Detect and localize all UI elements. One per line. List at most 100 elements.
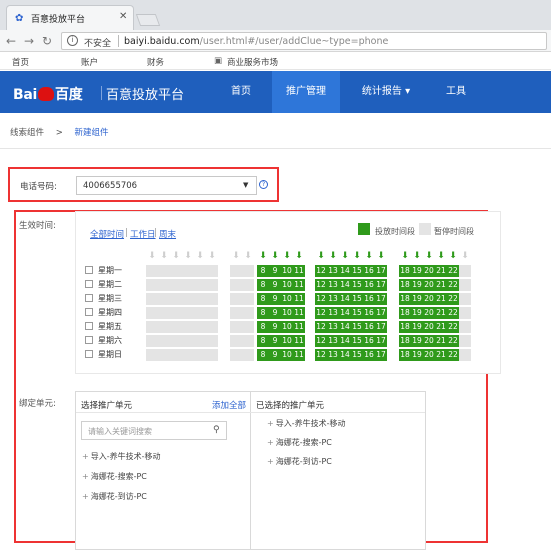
hour-cell[interactable] [146,349,158,361]
hour-cell[interactable]: 18 [399,307,411,319]
forward-icon[interactable]: → [22,33,36,49]
hour-cell[interactable] [194,307,206,319]
new-tab-button[interactable] [135,14,161,26]
add-all-link[interactable]: 添加全部 [212,399,246,411]
day-checkbox[interactable] [85,266,93,274]
hour-toggle-arrow[interactable]: ⬇ [459,251,471,261]
hour-cell[interactable]: 14 [339,321,351,333]
hour-cell[interactable] [146,321,158,333]
hour-cell[interactable]: 13 [327,335,339,347]
hour-toggle-arrow[interactable]: ⬇ [435,251,447,261]
day-checkbox[interactable] [85,322,93,330]
hour-cell[interactable]: 11 [293,335,305,347]
hour-cell[interactable] [206,349,218,361]
help-icon[interactable]: ? [259,180,268,189]
hour-cell[interactable]: 8 [257,279,269,291]
hour-cell[interactable] [206,265,218,277]
hour-toggle-arrow[interactable]: ⬇ [269,251,281,261]
hour-toggle-arrow[interactable]: ⬇ [315,251,327,261]
hour-toggle-arrow[interactable]: ⬇ [293,251,305,261]
hour-cell[interactable]: 9 [269,279,281,291]
hour-cell[interactable] [230,349,242,361]
hour-cell[interactable]: 13 [327,265,339,277]
hour-cell[interactable]: 19 [411,321,423,333]
hour-cell[interactable]: 15 [351,293,363,305]
hour-cell[interactable]: 12 [315,293,327,305]
hour-cell[interactable]: 16 [363,321,375,333]
hour-cell[interactable] [170,293,182,305]
hour-toggle-arrow[interactable]: ⬇ [182,251,194,261]
selected-unit-item[interactable]: + 导入-养牛技术-移动 [267,418,345,429]
hour-cell[interactable]: 22 [447,293,459,305]
hour-cell[interactable] [182,349,194,361]
hour-cell[interactable]: 22 [447,279,459,291]
hour-cell[interactable]: 14 [339,335,351,347]
hour-cell[interactable]: 11 [293,293,305,305]
hour-toggle-arrow[interactable]: ⬇ [351,251,363,261]
hour-toggle-arrow[interactable]: ⬇ [363,251,375,261]
hour-cell[interactable]: 8 [257,321,269,333]
hour-cell[interactable]: 19 [411,293,423,305]
available-unit-item[interactable]: + 海娜花-到访-PC [82,491,147,502]
hour-cell[interactable] [459,335,471,347]
hour-toggle-arrow[interactable]: ⬇ [339,251,351,261]
bookmark-item[interactable]: 财务 [147,56,164,68]
hour-cell[interactable] [170,335,182,347]
hour-cell[interactable] [170,265,182,277]
search-icon[interactable]: ⚲ [213,425,220,435]
hour-cell[interactable] [146,293,158,305]
hour-cell[interactable]: 16 [363,279,375,291]
hour-cell[interactable] [242,293,254,305]
hour-cell[interactable]: 10 [281,321,293,333]
hour-cell[interactable]: 15 [351,349,363,361]
hour-cell[interactable] [242,279,254,291]
hour-cell[interactable]: 21 [435,265,447,277]
hour-cell[interactable]: 15 [351,321,363,333]
hour-cell[interactable] [182,279,194,291]
hour-cell[interactable] [459,265,471,277]
hour-cell[interactable]: 17 [375,293,387,305]
hour-toggle-arrow[interactable]: ⬇ [327,251,339,261]
nav-tools[interactable]: 工具 [430,71,482,113]
info-icon[interactable]: i [67,35,78,46]
hour-cell[interactable] [242,349,254,361]
hour-cell[interactable] [459,307,471,319]
hour-cell[interactable]: 16 [363,307,375,319]
hour-cell[interactable]: 8 [257,293,269,305]
hour-cell[interactable]: 20 [423,265,435,277]
hour-cell[interactable]: 12 [315,335,327,347]
hour-cell[interactable] [242,307,254,319]
hour-cell[interactable]: 21 [435,321,447,333]
hour-cell[interactable]: 19 [411,307,423,319]
hour-cell[interactable]: 13 [327,307,339,319]
hour-toggle-arrow[interactable]: ⬇ [158,251,170,261]
hour-cell[interactable]: 10 [281,293,293,305]
hour-cell[interactable]: 20 [423,307,435,319]
hour-cell[interactable]: 12 [315,321,327,333]
hour-cell[interactable]: 21 [435,279,447,291]
hour-cell[interactable]: 17 [375,279,387,291]
available-unit-item[interactable]: + 导入-养牛技术-移动 [82,451,160,462]
selected-unit-item[interactable]: + 海娜花-搜索-PC [267,437,332,448]
hour-toggle-arrow[interactable]: ⬇ [399,251,411,261]
hour-cell[interactable]: 16 [363,293,375,305]
hour-cell[interactable]: 10 [281,349,293,361]
hour-cell[interactable]: 15 [351,265,363,277]
hour-cell[interactable]: 9 [269,265,281,277]
hour-cell[interactable] [242,335,254,347]
hour-cell[interactable] [194,349,206,361]
hour-cell[interactable] [170,349,182,361]
day-checkbox[interactable] [85,294,93,302]
hour-toggle-arrow[interactable]: ⬇ [242,251,254,261]
hour-cell[interactable] [146,335,158,347]
bookmark-item[interactable]: 账户 [81,56,98,68]
hour-toggle-arrow[interactable]: ⬇ [423,251,435,261]
hour-cell[interactable] [206,321,218,333]
hour-cell[interactable] [194,265,206,277]
hour-cell[interactable]: 10 [281,279,293,291]
hour-cell[interactable]: 12 [315,265,327,277]
hour-cell[interactable]: 9 [269,321,281,333]
hour-cell[interactable] [194,279,206,291]
hour-cell[interactable]: 17 [375,307,387,319]
hour-cell[interactable] [158,335,170,347]
